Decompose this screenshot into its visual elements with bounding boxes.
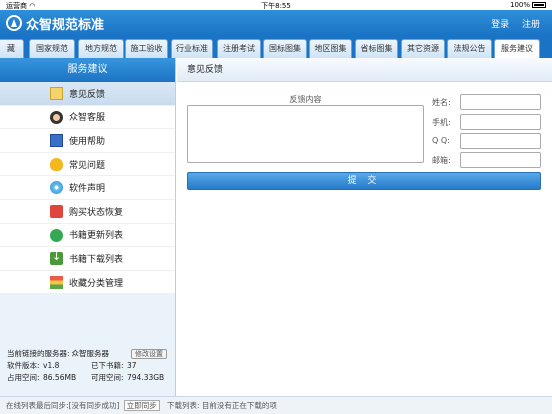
- sidebar-item-customer-service[interactable]: 众智客服: [0, 105, 175, 130]
- download-icon: [50, 250, 63, 266]
- feedback-content-textarea[interactable]: [187, 105, 424, 163]
- version-value: v1.8: [43, 361, 60, 370]
- email-field[interactable]: [460, 152, 541, 168]
- feedback-panel: 意见反馈 反馈内容 姓名: 手机: Q Q: 邮箱: 提 交: [177, 58, 552, 396]
- tab-construction-acceptance[interactable]: 施工验收: [125, 39, 168, 58]
- refresh-icon: [50, 228, 63, 242]
- status-footer: 在线列表最后同步:[没有同步成功] 立即同步 下载列表: 目前没有正在下载的项: [0, 396, 552, 414]
- app-logo: 众智规范标准: [6, 14, 105, 33]
- downloaded-value: 37: [127, 361, 137, 370]
- phone-label: 手机:: [432, 118, 451, 127]
- battery-icon: [532, 2, 546, 8]
- phone-field[interactable]: [460, 114, 541, 130]
- feedback-content-label: 反馈内容: [289, 95, 322, 104]
- note-icon: [50, 87, 63, 100]
- book-icon: [50, 134, 63, 148]
- tab-provincial-atlas[interactable]: 省标图集: [355, 39, 398, 58]
- battery-status: 100%: [510, 1, 546, 9]
- server-label: 当前链接的服务器:: [7, 349, 70, 358]
- cd-icon: [50, 181, 63, 195]
- sidebar-item-book-updates[interactable]: 书籍更新列表: [0, 223, 175, 248]
- sidebar-item-help[interactable]: 使用帮助: [0, 129, 175, 153]
- tab-service-suggestions[interactable]: 服务建议: [494, 39, 540, 59]
- server-value: 众智服务器: [71, 349, 110, 358]
- tab-national-code[interactable]: 国家规范: [29, 39, 75, 58]
- sidebar-item-label: 软件声明: [69, 184, 106, 195]
- tab-regional-atlas[interactable]: 地区图集: [309, 39, 352, 58]
- tab-shoucang[interactable]: 藏: [0, 39, 24, 58]
- download-status: 下载列表: 目前没有正在下载的项: [167, 401, 277, 410]
- category-tabs: 藏 国家规范 地方规范 施工验收 行业标准 注册考试 国标图集 地区图集 省标图…: [0, 36, 552, 59]
- headset-icon: [50, 110, 63, 124]
- free-space-label: 可用空间:: [91, 373, 124, 382]
- category-icon: [50, 275, 63, 289]
- register-link[interactable]: 注册: [522, 20, 540, 30]
- server-row: 当前链接的服务器: 众智服务器 修改设置: [7, 348, 175, 360]
- sidebar-item-software-statement[interactable]: 软件声明: [0, 176, 175, 200]
- logo-text: 众智规范标准: [26, 17, 105, 33]
- used-space-label: 占用空间:: [7, 373, 40, 382]
- sidebar-item-label: 意见反馈: [69, 89, 106, 100]
- name-label: 姓名:: [432, 98, 451, 107]
- bulb-icon: [50, 157, 63, 171]
- cart-icon: [50, 204, 63, 218]
- logo-icon: [6, 15, 22, 31]
- qq-field[interactable]: [460, 133, 541, 149]
- version-row: 软件版本: v1.8 已下书籍: 37: [7, 360, 175, 372]
- downloaded-label: 已下书籍:: [91, 361, 124, 370]
- status-bar: 运营商 ◠ 下午8:55 100%: [0, 0, 552, 10]
- email-label: 邮箱:: [432, 156, 451, 165]
- sidebar-item-feedback[interactable]: 意见反馈: [0, 82, 175, 106]
- sidebar-item-favorites-management[interactable]: 收藏分类管理: [0, 270, 175, 295]
- sidebar-item-label: 购买状态恢复: [69, 207, 124, 218]
- sidebar-item-label: 使用帮助: [69, 136, 106, 147]
- sidebar-item-label: 常见问题: [69, 160, 106, 171]
- sync-label: 在线列表最后同步:: [6, 401, 69, 410]
- sidebar-item-label: 众智客服: [69, 113, 106, 124]
- app-info-panel: 当前链接的服务器: 众智服务器 修改设置 软件版本: v1.8 已下书籍: 37 …: [0, 348, 175, 384]
- tab-other-resources[interactable]: 其它资源: [401, 39, 445, 58]
- sidebar-item-label: 收藏分类管理: [69, 278, 124, 289]
- used-space-value: 86.56MB: [43, 373, 77, 382]
- sidebar-title: 服务建议: [0, 58, 175, 82]
- free-space-value: 794.33GB: [127, 373, 165, 382]
- tab-industry-standard[interactable]: 行业标准: [171, 39, 213, 58]
- tab-regulations[interactable]: 法规公告: [447, 39, 492, 58]
- name-field[interactable]: [460, 94, 541, 110]
- sync-result: [没有同步成功]: [68, 401, 120, 410]
- sidebar-item-faq[interactable]: 常见问题: [0, 152, 175, 177]
- sidebar-item-book-downloads[interactable]: 书籍下载列表: [0, 247, 175, 271]
- login-link[interactable]: 登录: [491, 20, 509, 30]
- app-header: 众智规范标准 登录 注册: [0, 10, 552, 36]
- sync-status: 在线列表最后同步:[没有同步成功] 立即同步: [6, 397, 160, 414]
- modify-settings-button[interactable]: 修改设置: [131, 349, 167, 359]
- tab-local-code[interactable]: 地方规范: [78, 39, 124, 58]
- tab-registration-exam[interactable]: 注册考试: [217, 39, 261, 58]
- tab-national-atlas[interactable]: 国标图集: [263, 39, 307, 58]
- sidebar-item-label: 书籍更新列表: [69, 231, 124, 242]
- storage-row: 占用空间: 86.56MB 可用空间: 794.33GB: [7, 372, 175, 384]
- version-label: 软件版本:: [7, 361, 40, 370]
- submit-button[interactable]: 提 交: [187, 172, 541, 190]
- sidebar: 服务建议 意见反馈 众智客服 使用帮助 常见问题 软件声明 购买状态恢复 书籍更…: [0, 58, 176, 396]
- sidebar-item-label: 书籍下载列表: [69, 254, 124, 265]
- sync-now-button[interactable]: 立即同步: [123, 400, 160, 411]
- page-title: 意见反馈: [177, 58, 552, 82]
- qq-label: Q Q:: [432, 136, 450, 145]
- sidebar-item-restore-purchases[interactable]: 购买状态恢复: [0, 199, 175, 224]
